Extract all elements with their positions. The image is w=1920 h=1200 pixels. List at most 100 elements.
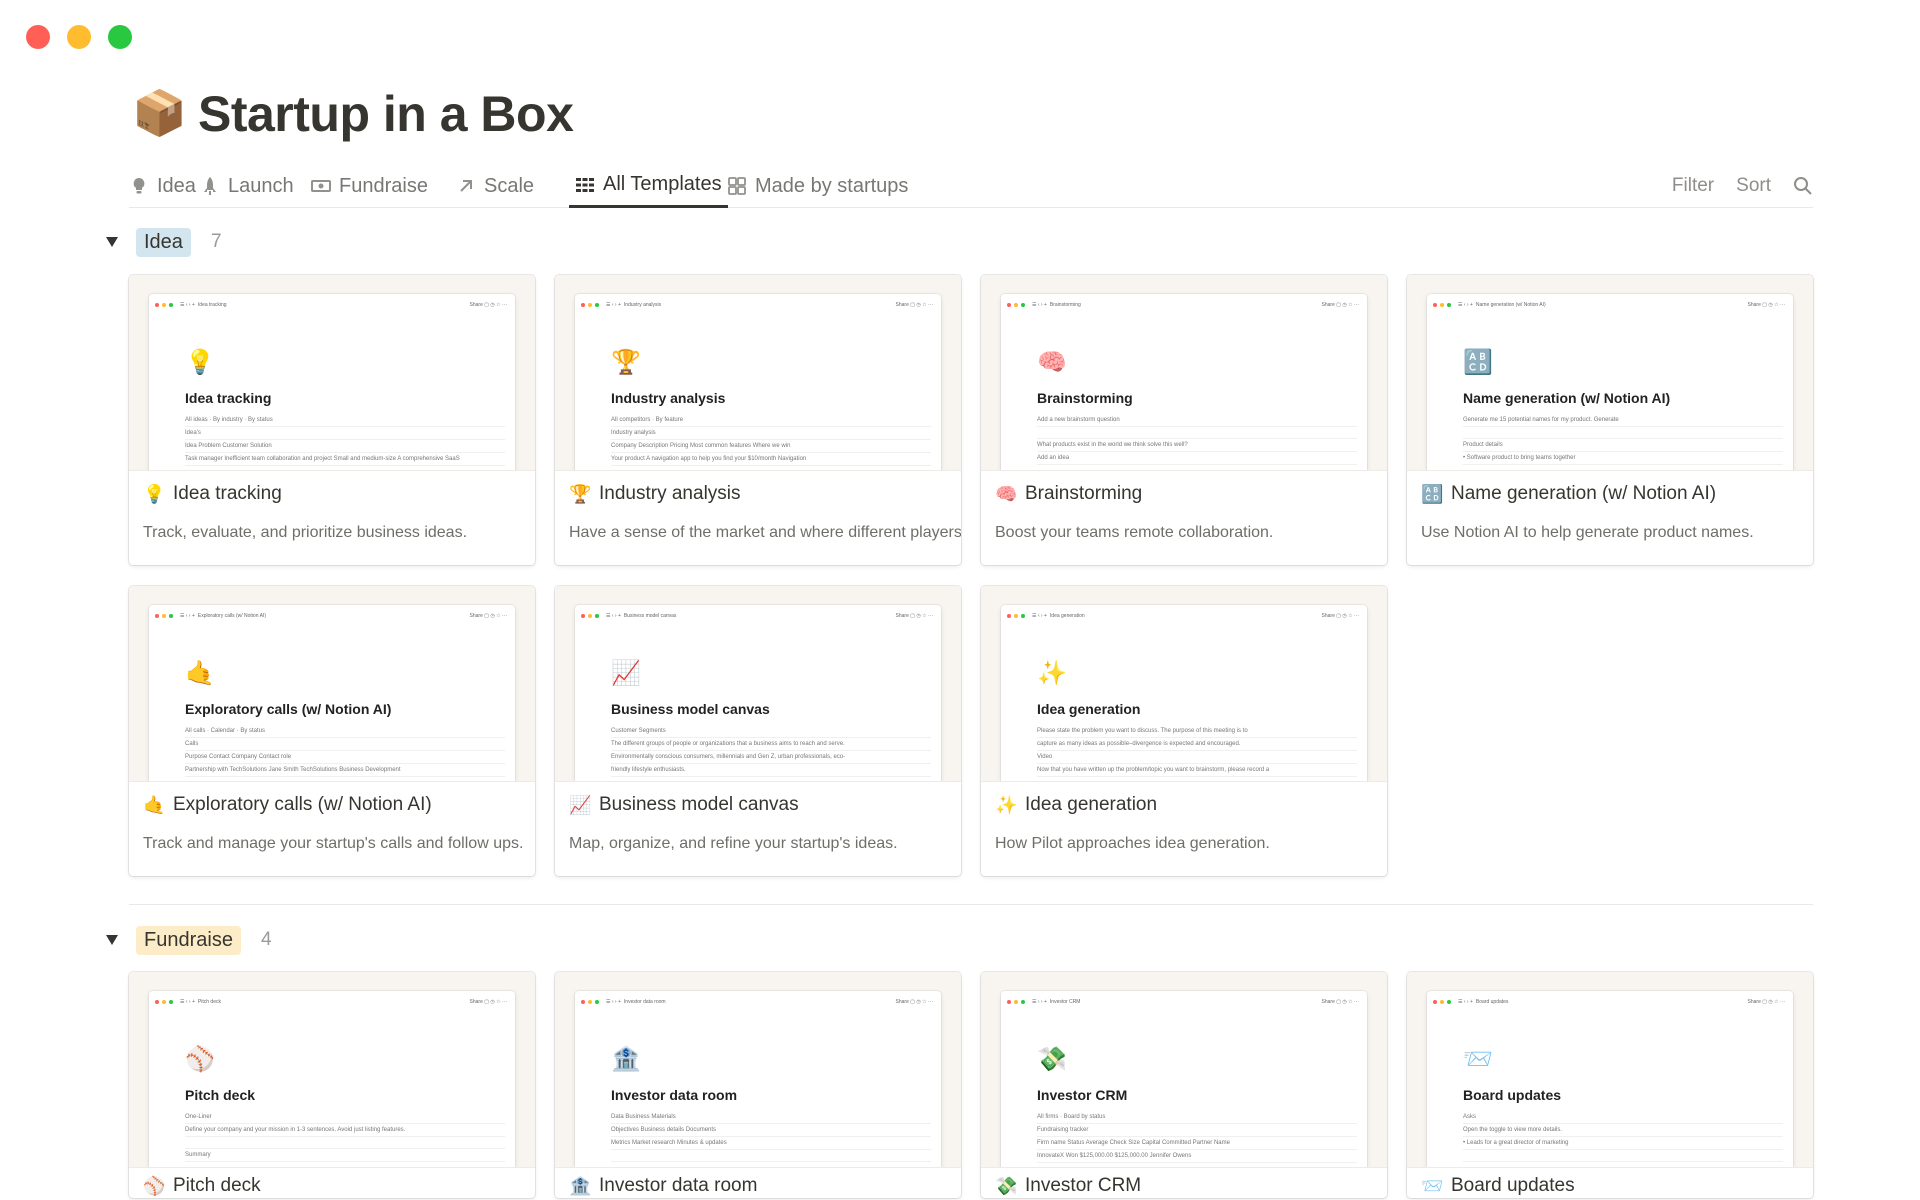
template-card[interactable]: ☰ ‹ › + Brainstorming Share ▢ ◷ ☆ ··· 🧠 … bbox=[981, 275, 1387, 565]
template-card[interactable]: ☰ ‹ › + Name generation (w/ Notion AI) S… bbox=[1407, 275, 1813, 565]
tab-fundraise[interactable]: Fundraise bbox=[305, 164, 434, 208]
card-title-text: Name generation (w/ Notion AI) bbox=[1451, 483, 1717, 504]
template-icon: 📈 bbox=[569, 794, 592, 815]
template-preview: ☰ ‹ › + Brainstorming Share ▢ ◷ ☆ ··· 🧠 … bbox=[981, 275, 1387, 471]
tab-launch[interactable]: Launch bbox=[194, 164, 300, 208]
gallery-icon bbox=[727, 176, 747, 196]
template-icon: 💸 bbox=[995, 1176, 1018, 1196]
preview-text: Partnership with TechSolutions Jane Smit… bbox=[185, 764, 505, 777]
template-card[interactable]: ☰ ‹ › + Business model canvas Share ▢ ◷ … bbox=[555, 586, 961, 876]
card-title: 🧠 Brainstorming bbox=[995, 483, 1142, 505]
template-icon: 🏆 bbox=[569, 483, 592, 504]
card-title-text: Pitch deck bbox=[173, 1175, 261, 1196]
preview-text: Environmentally conscious consumers, mil… bbox=[611, 751, 931, 764]
template-icon: 💡 bbox=[143, 483, 166, 504]
template-icon: ⚾ bbox=[143, 1176, 166, 1196]
card-title: 💡 Idea tracking bbox=[143, 483, 282, 505]
template-preview: ☰ ‹ › + Board updates Share ▢ ◷ ☆ ··· 📨 … bbox=[1407, 972, 1813, 1168]
preview-page-title: Name generation (w/ Notion AI) bbox=[1463, 390, 1671, 406]
search-icon[interactable] bbox=[1793, 176, 1813, 196]
template-card[interactable]: ☰ ‹ › + Idea tracking Share ▢ ◷ ☆ ··· 💡 … bbox=[129, 275, 535, 565]
preview-text: What products exist in the world we thin… bbox=[1037, 439, 1357, 452]
template-card[interactable]: ☰ ‹ › + Industry analysis Share ▢ ◷ ☆ ··… bbox=[555, 275, 961, 565]
template-icon: 🧠 bbox=[995, 483, 1018, 504]
preview-page-icon: ✨ bbox=[1037, 660, 1067, 687]
preview-text: Add an idea bbox=[1037, 452, 1357, 465]
preview-content: Add a new brainstorm question What produc… bbox=[1037, 414, 1357, 465]
preview-toolbar: ☰ ‹ › + Business model canvas Share ▢ ◷ … bbox=[581, 611, 933, 621]
view-tools: Filter Sort bbox=[1672, 164, 1813, 208]
template-preview: ☰ ‹ › + Pitch deck Share ▢ ◷ ☆ ··· ⚾ Pit… bbox=[129, 972, 535, 1168]
card-title: 🏆 Industry analysis bbox=[569, 483, 741, 505]
window-zoom-button[interactable] bbox=[108, 25, 132, 49]
template-card[interactable]: ☰ ‹ › + Exploratory calls (w/ Notion AI)… bbox=[129, 586, 535, 876]
preview-window: ☰ ‹ › + Investor data room Share ▢ ◷ ☆ ·… bbox=[575, 991, 941, 1167]
template-card[interactable]: ☰ ‹ › + Idea generation Share ▢ ◷ ☆ ··· … bbox=[981, 586, 1387, 876]
preview-content: Please state the problem you want to dis… bbox=[1037, 725, 1357, 777]
template-icon: 🤙 bbox=[143, 794, 166, 815]
preview-text: Calls bbox=[185, 738, 505, 751]
preview-window: ☰ ‹ › + Exploratory calls (w/ Notion AI)… bbox=[149, 605, 515, 781]
window-minimize-button[interactable] bbox=[67, 25, 91, 49]
preview-toolbar: ☰ ‹ › + Name generation (w/ Notion AI) S… bbox=[1433, 300, 1785, 310]
template-preview: ☰ ‹ › + Idea tracking Share ▢ ◷ ☆ ··· 💡 … bbox=[129, 275, 535, 471]
preview-text: Firm name Status Average Check Size Capi… bbox=[1037, 1137, 1357, 1150]
collapse-toggle-icon[interactable] bbox=[106, 935, 118, 945]
preview-toolbar: ☰ ‹ › + Brainstorming Share ▢ ◷ ☆ ··· bbox=[1007, 300, 1359, 310]
preview-page-title: Pitch deck bbox=[185, 1087, 256, 1103]
tab-label: Fundraise bbox=[339, 174, 428, 197]
card-title-text: Exploratory calls (w/ Notion AI) bbox=[173, 794, 432, 815]
template-card[interactable]: ☰ ‹ › + Board updates Share ▢ ◷ ☆ ··· 📨 … bbox=[1407, 972, 1813, 1198]
preview-text: Product details bbox=[1463, 439, 1783, 452]
template-card[interactable]: ☰ ‹ › + Investor CRM Share ▢ ◷ ☆ ··· 💸 I… bbox=[981, 972, 1387, 1198]
tab-idea[interactable]: Idea bbox=[123, 164, 202, 208]
group-header-idea: Idea 7 bbox=[106, 227, 222, 257]
tab-scale[interactable]: Scale bbox=[450, 164, 540, 208]
preview-breadcrumb: Brainstorming bbox=[1049, 302, 1081, 308]
template-icon: ✨ bbox=[995, 794, 1018, 815]
tab-label: Idea bbox=[157, 174, 196, 197]
window-close-button[interactable] bbox=[26, 25, 50, 49]
preview-page-icon: 📈 bbox=[611, 660, 641, 687]
preview-toolbar: ☰ ‹ › + Pitch deck Share ▢ ◷ ☆ ··· bbox=[155, 997, 507, 1007]
template-preview: ☰ ‹ › + Investor data room Share ▢ ◷ ☆ ·… bbox=[555, 972, 961, 1168]
preview-text: Data Business Materials bbox=[611, 1111, 931, 1124]
tab-made-by-startups[interactable]: Made by startups bbox=[721, 164, 914, 208]
card-description: Have a sense of the market and where dif… bbox=[569, 524, 961, 541]
card-description: How Pilot approaches idea generation. bbox=[995, 835, 1270, 852]
template-preview: ☰ ‹ › + Exploratory calls (w/ Notion AI)… bbox=[129, 586, 535, 782]
filter-button[interactable]: Filter bbox=[1672, 175, 1714, 197]
preview-text: Video bbox=[1037, 751, 1357, 764]
template-card[interactable]: ☰ ‹ › + Pitch deck Share ▢ ◷ ☆ ··· ⚾ Pit… bbox=[129, 972, 535, 1198]
tab-label: Scale bbox=[484, 174, 535, 197]
preview-window: ☰ ‹ › + Industry analysis Share ▢ ◷ ☆ ··… bbox=[575, 294, 941, 470]
card-title: 🔠 Name generation (w/ Notion AI) bbox=[1421, 483, 1716, 505]
preview-page-icon: 🔠 bbox=[1463, 349, 1493, 376]
sort-button[interactable]: Sort bbox=[1736, 175, 1771, 197]
card-title-text: Idea generation bbox=[1025, 794, 1158, 815]
view-tabs: Idea Launch Fundraise Scale All Template… bbox=[129, 164, 1813, 208]
preview-text bbox=[1463, 427, 1783, 439]
preview-breadcrumb: Pitch deck bbox=[197, 999, 221, 1005]
rocket-icon bbox=[200, 176, 220, 196]
card-title-text: Investor CRM bbox=[1025, 1175, 1142, 1196]
preview-text: Idea Problem Customer Solution bbox=[185, 440, 505, 453]
preview-text: Metrics Market research Minutes & update… bbox=[611, 1137, 931, 1150]
card-description: Track and manage your startup's calls an… bbox=[143, 835, 524, 852]
preview-page-icon: 🏆 bbox=[611, 349, 641, 376]
preview-breadcrumb: Exploratory calls (w/ Notion AI) bbox=[197, 613, 266, 619]
preview-text: Generate me 15 potential names for my pr… bbox=[1463, 414, 1783, 427]
preview-text: Fundraising tracker bbox=[1037, 1124, 1357, 1137]
preview-window: ☰ ‹ › + Name generation (w/ Notion AI) S… bbox=[1427, 294, 1793, 470]
template-card[interactable]: ☰ ‹ › + Investor data room Share ▢ ◷ ☆ ·… bbox=[555, 972, 961, 1198]
template-icon: 🏦 bbox=[569, 1176, 592, 1196]
card-title: 🏦 Investor data room bbox=[569, 1175, 757, 1197]
preview-page-icon: 🏦 bbox=[611, 1046, 641, 1073]
preview-window: ☰ ‹ › + Investor CRM Share ▢ ◷ ☆ ··· 💸 I… bbox=[1001, 991, 1367, 1167]
preview-text: • Software product to bring teams togeth… bbox=[1463, 452, 1783, 465]
preview-breadcrumb: Board updates bbox=[1475, 999, 1509, 1005]
collapse-toggle-icon[interactable] bbox=[106, 237, 118, 247]
tab-all-templates[interactable]: All Templates bbox=[569, 164, 728, 208]
preview-window: ☰ ‹ › + Pitch deck Share ▢ ◷ ☆ ··· ⚾ Pit… bbox=[149, 991, 515, 1167]
preview-text: capture as many ideas as possible–diverg… bbox=[1037, 738, 1357, 751]
